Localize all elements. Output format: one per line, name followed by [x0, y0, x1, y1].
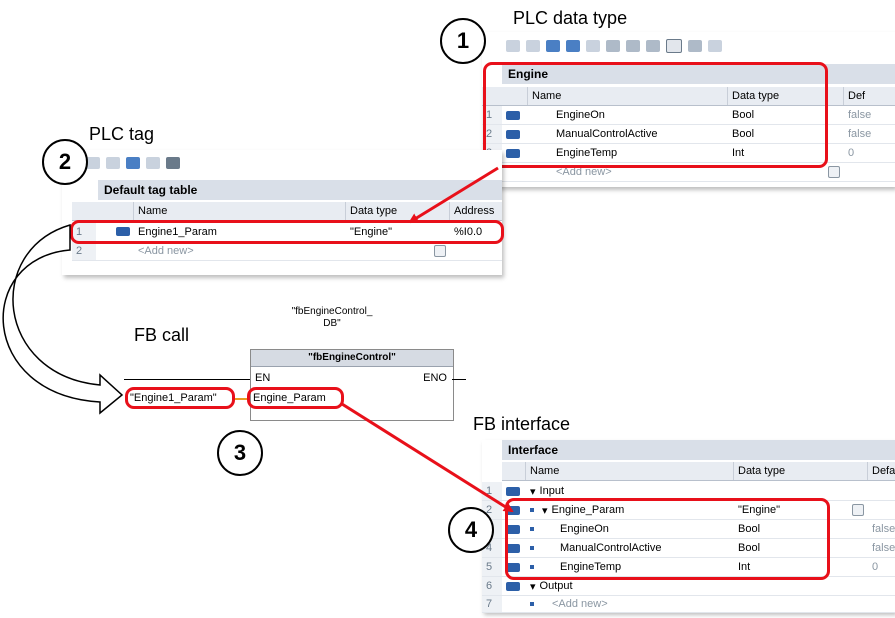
instance-db-name: "fbEngineControl_ DB"	[291, 306, 373, 329]
plc-tag-label: PLC tag	[89, 124, 155, 144]
en-pin: EN	[255, 372, 271, 384]
member-default[interactable]: false	[844, 125, 895, 143]
highlight-fb-interface	[505, 498, 830, 580]
highlight-plc-data-type	[483, 62, 828, 168]
copy-values-icon[interactable]	[626, 40, 640, 52]
glasses-icon[interactable]	[708, 40, 722, 52]
eno-pin: ENO	[423, 372, 447, 384]
fb-interface-header: Name Data type Default	[502, 462, 895, 481]
header-name: Name	[134, 202, 346, 220]
table-row[interactable]: 2 <Add new>	[72, 242, 502, 261]
member-default[interactable]: 0	[844, 144, 895, 162]
highlight-plc-tag	[70, 220, 504, 244]
tag-type[interactable]	[346, 242, 450, 260]
snapshot-icon[interactable]	[606, 40, 620, 52]
step-2-badge: 2	[42, 139, 88, 185]
fb-call-label: FB call	[134, 325, 190, 345]
insert-row-icon[interactable]	[506, 40, 520, 52]
add-row-icon[interactable]	[106, 157, 120, 169]
header-data-type: Data type	[346, 202, 450, 220]
highlight-actual-param	[125, 387, 235, 409]
header-name: Name	[526, 462, 734, 480]
collapse-icon[interactable]	[566, 40, 580, 52]
dropdown-icon[interactable]	[434, 245, 446, 257]
eno-line	[452, 379, 466, 380]
fb-block-title: "fbEngineControl"	[251, 350, 453, 367]
table-row[interactable]: 7 <Add new>	[482, 596, 895, 613]
plc-data-type-label: PLC data type	[513, 8, 628, 28]
export-icon[interactable]	[126, 157, 140, 169]
insert-row-icon[interactable]	[86, 157, 100, 169]
dropdown-icon[interactable]	[852, 504, 864, 516]
step-1-badge: 1	[440, 18, 486, 64]
step-4-badge: 4	[448, 507, 494, 553]
chevron-down-icon[interactable]: ▾	[530, 580, 540, 593]
delete-unused-icon[interactable]	[166, 157, 180, 169]
plc-data-type-toolbar	[502, 34, 722, 58]
step-3-badge: 3	[217, 430, 263, 476]
fb-block[interactable]: "fbEngineControl" EN ENO	[250, 349, 454, 421]
columns-icon[interactable]	[688, 40, 702, 52]
member-default[interactable]: false	[868, 539, 895, 557]
fb-interface-label: FB interface	[473, 414, 571, 434]
header-data-type: Data type	[734, 462, 868, 480]
member-default[interactable]: false	[844, 106, 895, 124]
add-new-row[interactable]: <Add new>	[134, 242, 346, 260]
highlight-input-pin	[247, 387, 344, 409]
fb-interface-title: Interface	[502, 440, 895, 460]
plc-tag-title: Default tag table	[98, 180, 502, 200]
expand-icon[interactable]	[546, 40, 560, 52]
plc-tag-panel: Default tag table Name Data type Address…	[62, 150, 502, 275]
glasses-icon[interactable]	[146, 157, 160, 169]
member-default[interactable]: 0	[868, 558, 895, 576]
plc-tag-header: Name Data type Address	[72, 202, 502, 221]
en-line	[124, 379, 250, 380]
plc-tag-toolbar	[82, 151, 180, 175]
monitor-icon[interactable]	[586, 40, 600, 52]
header-address: Address	[454, 205, 495, 217]
header-default: Default	[872, 465, 895, 477]
member-default[interactable]: false	[868, 520, 895, 538]
add-new-row[interactable]: <Add new>	[526, 596, 734, 612]
add-row-icon[interactable]	[526, 40, 540, 52]
dropdown-icon[interactable]	[828, 166, 840, 178]
chevron-down-icon[interactable]: ▾	[530, 485, 540, 498]
load-values-icon[interactable]	[646, 40, 660, 52]
header-default: Def	[848, 90, 866, 102]
grid-icon[interactable]	[666, 39, 682, 53]
